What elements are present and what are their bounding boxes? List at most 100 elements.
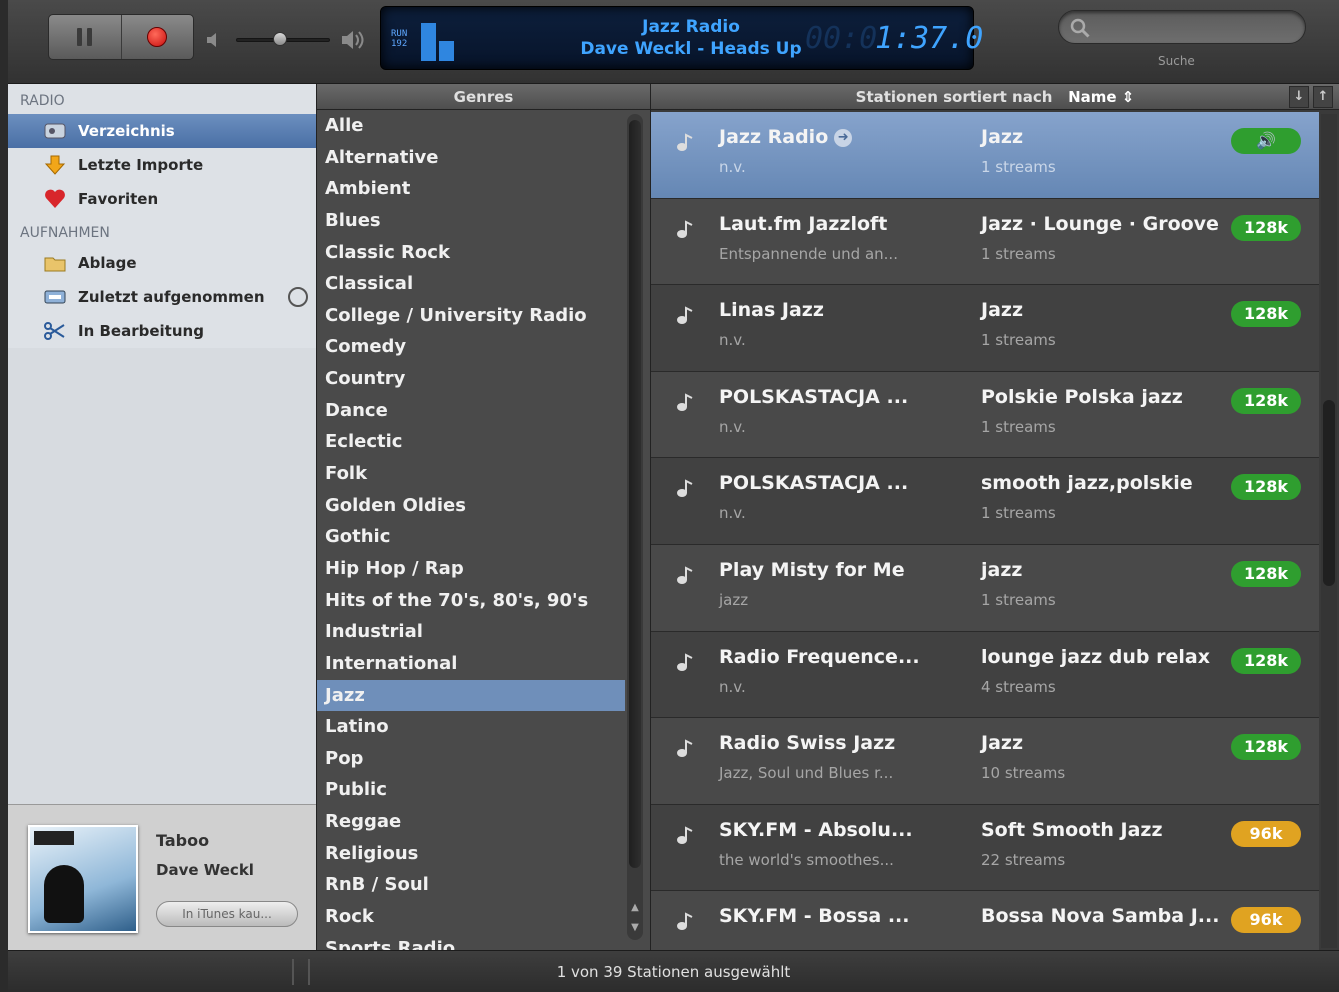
bitrate-badge: 128k — [1231, 474, 1301, 501]
genre-item[interactable]: Dance — [317, 395, 625, 427]
genre-item[interactable]: Eclectic — [317, 426, 625, 458]
station-row[interactable]: POLSKASTACJA ... n.v. smooth jazz,polskie 1… — [651, 458, 1319, 545]
buy-in-itunes-button[interactable]: In iTunes kau... — [156, 901, 298, 927]
genre-item[interactable]: Rock — [317, 901, 625, 933]
station-row[interactable]: SKY.FM - Absolu... the world's smoothes..… — [651, 804, 1319, 892]
stations-header-label: Stationen sortiert nach — [855, 88, 1053, 106]
genre-item[interactable]: Public — [317, 774, 625, 806]
sort-field-label: Name — [1068, 88, 1117, 106]
bitrate-badge: 128k — [1231, 301, 1301, 328]
stations-header[interactable]: Stationen sortiert nach Name ⇕ ↓ ↑ — [651, 84, 1339, 110]
directory-icon — [44, 123, 66, 139]
genre-item[interactable]: Sports Radio — [317, 933, 625, 950]
station-info-arrow-icon[interactable]: ➜ — [834, 129, 853, 147]
bitrate-badge: 96k — [1231, 820, 1301, 847]
lcd-elapsed-time: 1:37.0 — [875, 21, 984, 56]
genre-item[interactable]: Country — [317, 363, 625, 395]
sort-field-selector[interactable]: Name ⇕ — [1068, 88, 1134, 106]
genres-header[interactable]: Genres — [317, 84, 650, 110]
station-row[interactable]: POLSKASTACJA ... n.v. Polskie Polska jazz 1… — [651, 371, 1319, 459]
station-row[interactable]: Radio Swiss Jazz Jazz, Soul und Blues r..… — [651, 718, 1319, 805]
station-streams: 10 streams — [981, 764, 1066, 783]
status-bar: 1 von 39 Stationen ausgewählt — [8, 950, 1339, 992]
sort-updown-icon: ⇕ — [1121, 88, 1135, 106]
sort-ascending-icon[interactable]: ↑ — [1313, 86, 1333, 108]
genre-item[interactable]: Latino — [317, 711, 625, 743]
sidebar-item-in-bearbeitung[interactable]: In Bearbeitung — [8, 314, 316, 348]
lcd-display[interactable]: RUN 192 Jazz Radio Dave Weckl - Heads Up… — [380, 6, 983, 70]
station-description: n.v. — [719, 417, 746, 436]
station-streams: 1 streams — [981, 244, 1056, 263]
lcd-time-ghost: 00:0 — [805, 21, 878, 56]
sidebar-item-label: Favoriten — [78, 190, 159, 208]
album-art[interactable] — [28, 825, 138, 933]
genre-item[interactable]: Jazz — [317, 679, 625, 712]
scroll-up-arrow-icon[interactable]: ▲ — [628, 902, 642, 916]
volume-slider-knob[interactable] — [272, 32, 287, 46]
genre-scrollbar-thumb[interactable] — [629, 120, 641, 868]
station-streams: 1 streams — [981, 417, 1056, 436]
search-input[interactable] — [1095, 17, 1295, 39]
genre-item[interactable]: Alle — [317, 110, 625, 142]
record-button[interactable] — [120, 15, 194, 59]
scroll-down-arrow-icon[interactable]: ▼ — [628, 922, 642, 936]
pause-button[interactable] — [49, 15, 121, 59]
music-note-icon — [677, 912, 693, 931]
genre-item[interactable]: Hip Hop / Rap — [317, 553, 625, 585]
genre-item[interactable]: Gothic — [317, 521, 625, 553]
station-row[interactable]: Play Misty for Me jazz jazz 1 streams 128k — [651, 544, 1319, 632]
genre-item[interactable]: Alternative — [317, 142, 625, 174]
genre-item[interactable]: College / University Radio — [317, 300, 625, 332]
station-description: n.v. — [719, 504, 746, 523]
genre-item[interactable]: Folk — [317, 458, 625, 490]
station-row[interactable]: Jazz Radio ➜ n.v. Jazz 1 streams 🔊 — [651, 112, 1319, 199]
genre-item[interactable]: Classical — [317, 268, 625, 300]
sidebar-item-label: Ablage — [78, 254, 137, 272]
genre-item[interactable]: Reggae — [317, 806, 625, 838]
toolbar: RUN 192 Jazz Radio Dave Weckl - Heads Up… — [8, 0, 1339, 84]
bitrate-badge: 128k — [1231, 647, 1301, 674]
station-genre: Soft Smooth Jazz — [981, 818, 1163, 841]
station-description: n.v. — [719, 331, 746, 350]
genre-item[interactable]: Industrial — [317, 616, 625, 648]
station-genre: lounge jazz dub relax — [981, 645, 1210, 668]
station-genre: Jazz — [981, 299, 1024, 322]
genre-item[interactable]: Comedy — [317, 331, 625, 363]
sidebar-item-favoriten[interactable]: Favoriten — [8, 182, 316, 216]
volume-low-icon — [207, 33, 216, 47]
bitrate-badge: 96k — [1231, 907, 1301, 934]
lcd-bitrate: RUN 192 — [391, 29, 408, 49]
genre-item[interactable]: Golden Oldies — [317, 490, 625, 522]
station-genre: Jazz — [981, 126, 1024, 148]
station-row[interactable]: SKY.FM - Bossa ... Bossa Nova Samba J... 9… — [651, 891, 1319, 950]
sidebar-item-letzte-importe[interactable]: Letzte Importe — [8, 148, 316, 182]
section-heading-aufnahmen: AUFNAHMEN — [20, 225, 110, 241]
genre-item[interactable]: International — [317, 648, 625, 680]
genre-item[interactable]: Hits of the 70's, 80's, 90's — [317, 585, 625, 617]
speaker-playing-icon[interactable]: 🔊 — [1231, 128, 1301, 154]
genre-item[interactable]: Classic Rock — [317, 237, 625, 269]
sidebar-item-ablage[interactable]: Ablage — [8, 246, 316, 280]
folder-icon — [44, 257, 66, 272]
station-scrollbar-thumb[interactable] — [1323, 400, 1335, 586]
sidebar-item-verzeichnis[interactable]: Verzeichnis — [8, 114, 316, 148]
sort-descending-icon[interactable]: ↓ — [1289, 86, 1309, 108]
genre-item[interactable]: Pop — [317, 743, 625, 775]
genre-item[interactable]: Religious — [317, 838, 625, 870]
record-icon — [147, 27, 168, 47]
genre-item[interactable]: RnB / Soul — [317, 869, 625, 901]
station-row[interactable]: Laut.fm Jazzloft Entspannende und an... Ja… — [651, 198, 1319, 286]
progress-icon — [288, 287, 308, 307]
station-row[interactable]: Radio Frequence... n.v. lounge jazz dub re… — [651, 631, 1319, 719]
station-genre: Polskie Polska jazz — [981, 385, 1183, 408]
genre-item[interactable]: Blues — [317, 205, 625, 237]
sidebar-item-zuletzt-aufgenommen[interactable]: Zuletzt aufgenommen — [8, 280, 316, 314]
search-field[interactable] — [1058, 10, 1306, 44]
scissors-icon — [44, 322, 65, 340]
sidebar-item-label: Zuletzt aufgenommen — [78, 288, 265, 306]
volume-high-icon — [342, 31, 364, 49]
status-text: 1 von 39 Stationen ausgewählt — [556, 963, 791, 981]
station-row[interactable]: Linas Jazz n.v. Jazz 1 streams 128k — [651, 285, 1319, 372]
genre-item[interactable]: Ambient — [317, 173, 625, 205]
station-list: Jazz Radio ➜ n.v. Jazz 1 streams 🔊 Laut.fm Jaz… — [651, 112, 1319, 950]
